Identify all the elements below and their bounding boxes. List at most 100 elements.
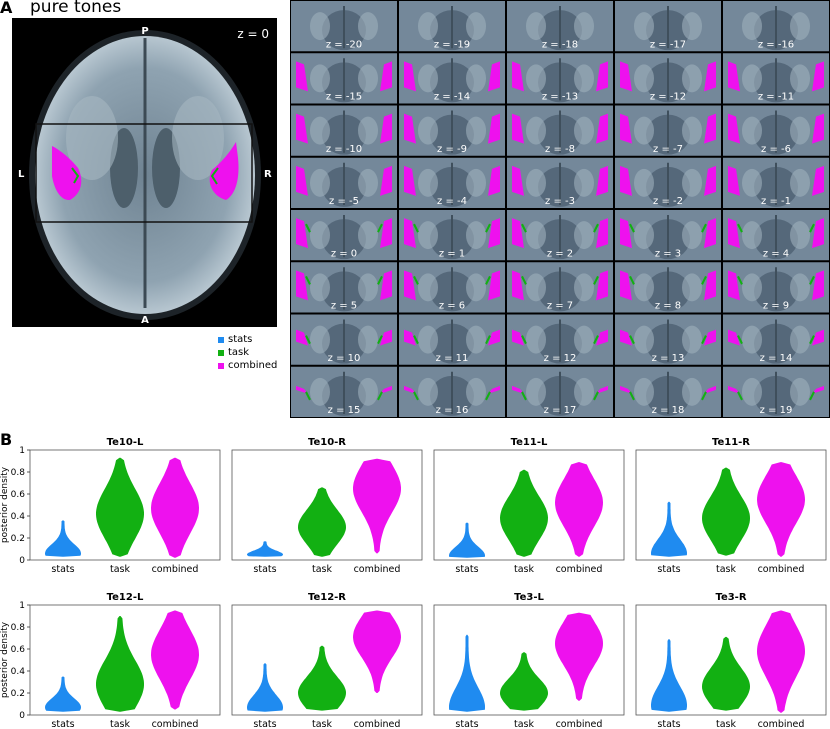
x-tick-label: stats	[657, 719, 680, 729]
montage-slice-label: z = -13	[542, 92, 578, 103]
violin-chart-Te10-L: Te10-L 0 0.2 0.4 0.6 0.8 1 posterior density sta…	[0, 437, 221, 575]
montage-slice: z = -9	[399, 105, 505, 156]
violin-combined	[353, 610, 401, 693]
violin-task	[298, 487, 346, 557]
montage-slice-label: z = 16	[436, 405, 469, 416]
x-tick-label: combined	[152, 564, 199, 575]
montage-slice-label: z = -6	[761, 144, 791, 155]
montage-slice: z = -17	[615, 1, 721, 52]
montage-slice: z = -7	[615, 105, 721, 156]
violin-task	[702, 636, 750, 711]
montage-slice-label: z = 14	[760, 353, 793, 364]
montage-slice-label: z = 5	[331, 301, 357, 312]
x-tick-label: task	[312, 719, 332, 729]
legend-item-task: task	[218, 346, 277, 359]
x-tick-label: combined	[354, 719, 401, 729]
montage-slice-label: z = -2	[653, 196, 683, 207]
montage-slice-label: z = -9	[437, 144, 467, 155]
y-axis-label: posterior density	[0, 466, 10, 543]
montage-slice-label: z = -18	[542, 39, 578, 50]
montage-slice: z = -15	[291, 53, 397, 104]
violin-chart-Te3-L: Te3-L stats task combined	[433, 592, 625, 729]
montage-slice-label: z = 4	[763, 248, 789, 259]
montage-slice-label: z = -8	[545, 144, 575, 155]
montage-slice-label: z = -1	[761, 196, 791, 207]
legend-label-task: task	[228, 347, 250, 358]
montage-slice: z = -6	[723, 105, 829, 156]
orient-left: L	[18, 169, 25, 180]
violin-task	[500, 652, 548, 711]
x-tick-label: combined	[152, 719, 199, 729]
x-tick-label: task	[716, 564, 736, 575]
violin-stats	[247, 541, 283, 557]
big-slice-label: z = 0	[237, 27, 269, 41]
montage-slice: z = -20	[291, 1, 397, 52]
chart-title: Te3-L	[514, 592, 544, 603]
montage-slice-label: z = -17	[650, 39, 686, 50]
orient-right: R	[264, 169, 272, 180]
violin-chart-Te11-R: Te11-R stats task combined	[635, 437, 827, 575]
montage-slice: z = 12	[507, 314, 613, 365]
montage-slice: z = 2	[507, 210, 613, 261]
montage-slice: z = 15	[291, 366, 397, 417]
y-tick-label: 0.2	[11, 534, 25, 544]
x-tick-label: stats	[657, 564, 680, 575]
x-tick-label: stats	[455, 564, 478, 575]
montage-slice-label: z = 7	[547, 301, 573, 312]
montage-slice-label: z = -3	[545, 196, 575, 207]
x-tick-label: task	[312, 564, 332, 575]
montage-slice-label: z = -4	[437, 196, 467, 207]
montage-slice-label: z = -20	[326, 39, 362, 50]
montage-slice: z = 7	[507, 262, 613, 313]
violin-charts: Te10-L 0 0.2 0.4 0.6 0.8 1 posterior density sta…	[0, 437, 827, 729]
violin-stats	[45, 520, 81, 557]
montage-slice: z = 3	[615, 210, 721, 261]
montage-slice: z = -2	[615, 157, 721, 208]
y-tick-label: 0.6	[11, 645, 26, 655]
violin-stats	[449, 634, 485, 712]
montage-slice: z = 9	[723, 262, 829, 313]
montage-slice: z = 13	[615, 314, 721, 365]
montage-slice-label: z = -12	[650, 92, 686, 103]
x-tick-label: stats	[51, 564, 74, 575]
montage-slice: z = 8	[615, 262, 721, 313]
y-tick-label: 0.4	[11, 512, 26, 522]
montage-slice-label: z = -14	[434, 92, 470, 103]
montage-slice: z = -12	[615, 53, 721, 104]
violin-chart-Te12-R: Te12-R stats task combined	[231, 592, 423, 729]
violin-task	[96, 616, 144, 712]
montage-slice: z = 5	[291, 262, 397, 313]
x-tick-label: task	[514, 719, 534, 729]
y-tick-label: 0.2	[11, 689, 25, 699]
violin-combined	[757, 462, 805, 557]
montage-slice-label: z = 11	[436, 353, 469, 364]
montage-slice-label: z = 8	[655, 301, 681, 312]
orient-top: P	[141, 26, 148, 37]
violin-chart-Te11-L: Te11-L stats task combined	[433, 437, 625, 575]
orient-bottom: A	[141, 315, 149, 326]
montage-slice-label: z = -11	[758, 92, 794, 103]
montage-slice-label: z = 15	[328, 405, 361, 416]
montage-slice-label: z = -10	[326, 144, 362, 155]
montage-slice-label: z = 2	[547, 248, 573, 259]
x-tick-label: combined	[758, 719, 805, 729]
y-axis-label: posterior density	[0, 621, 10, 698]
montage-slice: z = -10	[291, 105, 397, 156]
montage-slice-label: z = 17	[544, 405, 577, 416]
x-tick-label: combined	[556, 564, 603, 575]
chart-title: Te12-R	[308, 592, 346, 603]
montage-slice: z = 6	[399, 262, 505, 313]
violin-task	[96, 457, 144, 557]
montage-slice-label: z = 13	[652, 353, 685, 364]
y-tick-label: 0.6	[11, 490, 26, 500]
montage-slice: z = 10	[291, 314, 397, 365]
y-tick-label: 0.8	[11, 468, 26, 478]
violin-combined	[555, 462, 603, 557]
chart-title: Te10-R	[308, 437, 346, 448]
montage-slice: z = -3	[507, 157, 613, 208]
montage-slice-label: z = 0	[331, 248, 357, 259]
montage-slice-label: z = 10	[328, 353, 361, 364]
x-tick-label: combined	[758, 564, 805, 575]
violin-stats	[45, 676, 81, 712]
violin-task	[702, 467, 750, 556]
